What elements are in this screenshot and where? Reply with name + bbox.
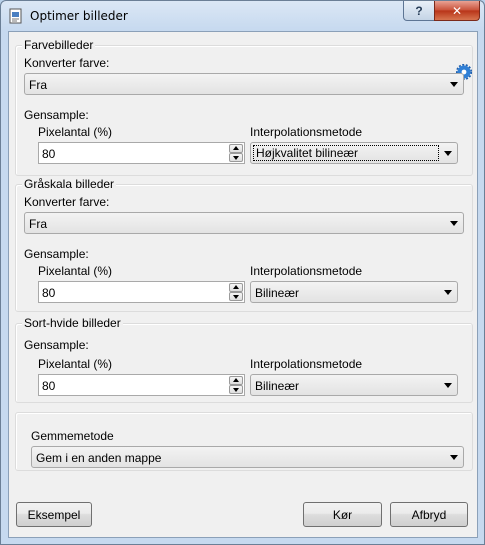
window-title: Optimer billeder [30,9,128,23]
color-images-group: Farvebilleder Konverter farve: Fra Gensa… [15,38,473,176]
bw-interp-value: Bilineær [255,379,300,393]
dialog-window: Optimer billeder ? ✕ Farvebilleder Konve… [0,0,485,545]
color-convert-select[interactable]: Fra [24,73,464,95]
bw-group-title: Sort-hvide billeder [22,316,123,330]
stepper-up-icon[interactable] [229,376,243,385]
gray-interp-select[interactable]: Bilineær [250,281,458,303]
gray-convert-select[interactable]: Fra [24,212,464,234]
color-interp-value: Højkvalitet bilineær [253,145,439,161]
chevron-down-icon [444,151,452,156]
stepper-down-icon[interactable] [229,292,243,301]
gray-pixels-value: 80 [42,286,56,300]
document-icon [9,8,22,24]
cancel-button[interactable]: Afbryd [390,502,468,527]
example-button[interactable]: Eksempel [16,502,92,527]
stepper-up-icon[interactable] [229,144,243,153]
save-method-value: Gem i en anden mappe [36,451,162,465]
gray-group-title: Gråskala billeder [22,177,117,191]
title-bar[interactable]: Optimer billeder ? ✕ [1,1,484,31]
color-interp-label: Interpolationsmetode [250,125,363,139]
save-method-label: Gemmemetode [31,429,114,443]
chevron-down-icon [450,221,458,226]
gray-convert-value: Fra [29,217,47,231]
gray-interp-label: Interpolationsmetode [250,264,363,278]
bw-pixels-stepper[interactable]: 80 [38,374,245,396]
grayscale-images-group: Gråskala billeder Konverter farve: Fra G… [15,177,473,312]
color-interp-select[interactable]: Højkvalitet bilineær [250,142,458,164]
chevron-down-icon [450,455,458,460]
color-pixels-label: Pixelantal (%) [38,125,113,139]
save-method-group: Gemmemetode Gem i en anden mappe [15,412,473,471]
gray-convert-label: Konverter farve: [24,195,110,209]
bw-images-group: Sort-hvide billeder Gensample: Pixelanta… [15,316,473,403]
gray-pixels-stepper[interactable]: 80 [38,281,245,303]
bw-resample-label: Gensample: [24,338,89,352]
color-resample-label: Gensample: [24,108,89,122]
stepper-down-icon[interactable] [229,153,243,162]
save-method-select[interactable]: Gem i en anden mappe [31,446,464,468]
chevron-down-icon [444,290,452,295]
dialog-body: Farvebilleder Konverter farve: Fra Gensa… [8,31,478,538]
chevron-down-icon [450,82,458,87]
gray-interp-value: Bilineær [255,286,300,300]
color-pixels-stepper[interactable]: 80 [38,142,245,164]
bw-interp-label: Interpolationsmetode [250,357,363,371]
color-convert-value: Fra [29,78,47,92]
bw-pixels-value: 80 [42,379,56,393]
stepper-up-icon[interactable] [229,283,243,292]
chevron-down-icon [444,383,452,388]
color-group-title: Farvebilleder [22,38,96,52]
close-button[interactable]: ✕ [434,1,480,21]
stepper-down-icon[interactable] [229,385,243,394]
bw-interp-select[interactable]: Bilineær [250,374,458,396]
gray-pixels-label: Pixelantal (%) [38,264,113,278]
help-button[interactable]: ? [403,1,435,21]
bw-pixels-label: Pixelantal (%) [38,357,113,371]
color-pixels-value: 80 [42,147,56,161]
run-button[interactable]: Kør [303,502,382,527]
gray-resample-label: Gensample: [24,247,89,261]
color-convert-label: Konverter farve: [24,56,110,70]
